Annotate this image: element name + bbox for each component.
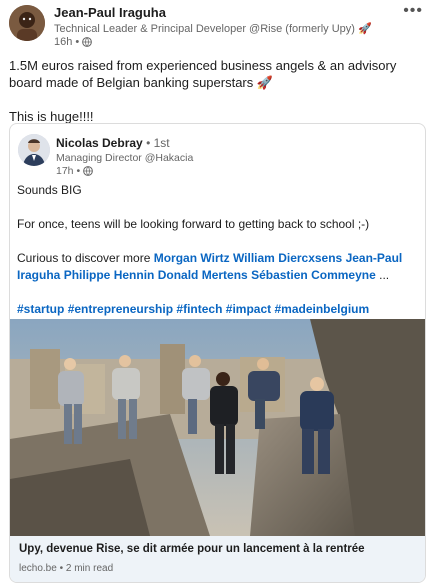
- hashtag-link[interactable]: #madeinbelgium: [274, 302, 369, 316]
- connection-degree: • 1st: [146, 136, 170, 150]
- shared-post-meta: 17h •: [56, 165, 94, 177]
- globe-icon: [82, 37, 93, 47]
- article-photo[interactable]: [10, 319, 425, 536]
- shared-paragraph: For once, teens will be looking forward …: [17, 217, 370, 231]
- shared-author-avatar[interactable]: [18, 134, 50, 166]
- hashtag-link[interactable]: #impact: [226, 302, 271, 316]
- author-avatar[interactable]: [9, 5, 45, 41]
- shared-post-card[interactable]: Nicolas Debray • 1st Managing Director @…: [9, 123, 426, 583]
- author-headline: Technical Leader & Principal Developer @…: [54, 23, 372, 35]
- see-more-ellipsis: ...: [375, 268, 390, 282]
- article-source: lecho.be: [19, 563, 57, 574]
- meta-separator: •: [76, 165, 81, 177]
- shared-post-time: 17h: [56, 165, 74, 177]
- mentions-intro: Curious to discover more: [17, 251, 154, 265]
- mention-link[interactable]: Sébastien Commeyne: [251, 268, 376, 282]
- hashtags-paragraph: #startup #entrepreneurship #fintech #imp…: [17, 301, 419, 318]
- post-body: 1.5M euros raised from experienced busin…: [9, 57, 424, 125]
- mention-link[interactable]: Morgan Wirtz: [154, 251, 230, 265]
- article-source-row: lecho.be • 2 min read: [19, 563, 113, 574]
- hashtag-link[interactable]: #startup: [17, 302, 64, 316]
- hashtag-link[interactable]: #fintech: [176, 302, 222, 316]
- globe-icon: [83, 166, 94, 176]
- mentions-paragraph: Curious to discover more Morgan Wirtz Wi…: [17, 250, 419, 284]
- mention-link[interactable]: William Diercxsens: [233, 251, 342, 265]
- post-meta: 16h •: [54, 36, 93, 48]
- shared-author-name[interactable]: Nicolas Debray: [56, 136, 143, 150]
- shared-paragraph: Sounds BIG: [17, 183, 82, 197]
- author-name[interactable]: Jean-Paul Iraguha: [54, 5, 166, 20]
- linkedin-post: Jean-Paul Iraguha Technical Leader & Pri…: [0, 0, 433, 588]
- mention-link[interactable]: Philippe Hennin: [64, 268, 155, 282]
- article-title[interactable]: Upy, devenue Rise, se dit armée pour un …: [19, 543, 365, 555]
- article-read-time: 2 min read: [65, 563, 114, 574]
- mention-link[interactable]: Donald Mertens: [158, 268, 248, 282]
- hashtag-link[interactable]: #entrepreneurship: [68, 302, 173, 316]
- article-link-preview[interactable]: Upy, devenue Rise, se dit armée pour un …: [10, 536, 425, 582]
- meta-separator: •: [75, 36, 80, 48]
- meta-separator: •: [59, 563, 64, 574]
- post-paragraph: 1.5M euros raised from experienced busin…: [9, 58, 397, 90]
- more-options-icon[interactable]: •••: [403, 2, 423, 20]
- shared-author-name-row: Nicolas Debray • 1st: [56, 136, 170, 150]
- post-time: 16h: [54, 36, 73, 48]
- shared-author-headline: Managing Director @Hakacia: [56, 152, 194, 164]
- shared-post-body: Sounds BIG For once, teens will be looki…: [17, 182, 419, 318]
